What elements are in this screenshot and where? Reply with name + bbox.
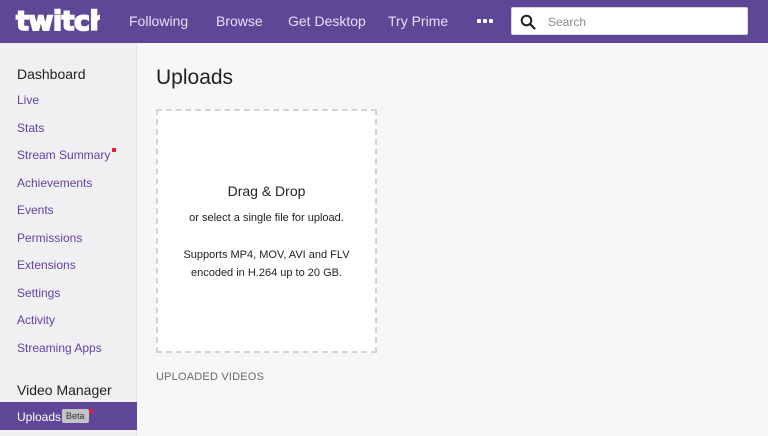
dropzone-support-line-2: encoded in H.264 up to 20 GB.	[190, 267, 343, 279]
sidebar-item-stats[interactable]: Stats	[17, 120, 44, 136]
nav-get-desktop[interactable]: Get Desktop	[288, 12, 366, 30]
nav-try-prime[interactable]: Try Prime	[388, 12, 448, 30]
search-icon	[520, 14, 536, 30]
twitch-logo[interactable]: twitch	[14, 5, 100, 38]
sidebar-item-label: Stream Summary	[17, 148, 111, 162]
top-nav-bar: twitch Following Browse Get Desktop Try …	[0, 0, 768, 43]
sidebar-item-label: Settings	[17, 286, 61, 300]
sidebar-item-live[interactable]: Live	[17, 92, 39, 108]
dropzone-title: Drag & Drop	[227, 183, 306, 199]
sidebar-item-label: Permissions	[17, 231, 83, 245]
dropzone-subtitle: or select a single file for upload.	[189, 212, 344, 224]
sidebar-item-label: Uploads	[17, 410, 62, 424]
sidebar-item-label: Events	[17, 203, 54, 217]
sidebar-item-label: Live	[17, 93, 40, 107]
sidebar-item-label: Extensions	[17, 258, 76, 272]
sidebar: Dashboard Live Stats Stream Summary Achi…	[0, 43, 137, 436]
page-title: Uploads	[156, 66, 234, 89]
sidebar-heading-dashboard: Dashboard	[17, 66, 86, 82]
sidebar-item-activity[interactable]: Activity	[17, 312, 55, 328]
sidebar-item-permissions[interactable]: Permissions	[17, 230, 82, 246]
dropzone-support-line-1: Supports MP4, MOV, AVI and FLV	[183, 249, 350, 261]
sidebar-item-uploads[interactable]: Uploads Beta	[0, 402, 137, 430]
notification-dot	[112, 148, 117, 152]
sidebar-item-label: Activity	[17, 313, 56, 327]
uploaded-videos-heading: UPLOADED VIDEOS	[156, 371, 265, 383]
upload-dropzone[interactable]: Drag & Drop or select a single file for …	[156, 109, 377, 353]
sidebar-item-label: Stats	[17, 121, 45, 135]
sidebar-item-streaming-apps[interactable]: Streaming Apps	[17, 340, 102, 356]
sidebar-item-achievements[interactable]: Achievements	[17, 175, 92, 191]
notification-dot	[89, 409, 93, 413]
more-horizontal-icon[interactable]	[477, 13, 493, 29]
search-box[interactable]	[511, 7, 748, 35]
sidebar-item-stream-summary[interactable]: Stream Summary	[17, 147, 117, 163]
sidebar-item-label: Streaming Apps	[17, 341, 102, 355]
beta-badge: Beta	[62, 409, 89, 423]
nav-browse[interactable]: Browse	[216, 12, 263, 30]
sidebar-item-settings[interactable]: Settings	[17, 285, 60, 301]
sidebar-item-events[interactable]: Events	[17, 202, 54, 218]
nav-following[interactable]: Following	[129, 12, 188, 30]
search-input[interactable]	[548, 12, 738, 32]
sidebar-item-label: Achievements	[17, 176, 93, 190]
svg-text:twitch: twitch	[16, 6, 100, 37]
sidebar-heading-video-manager: Video Manager	[17, 382, 112, 398]
sidebar-item-extensions[interactable]: Extensions	[17, 257, 76, 273]
